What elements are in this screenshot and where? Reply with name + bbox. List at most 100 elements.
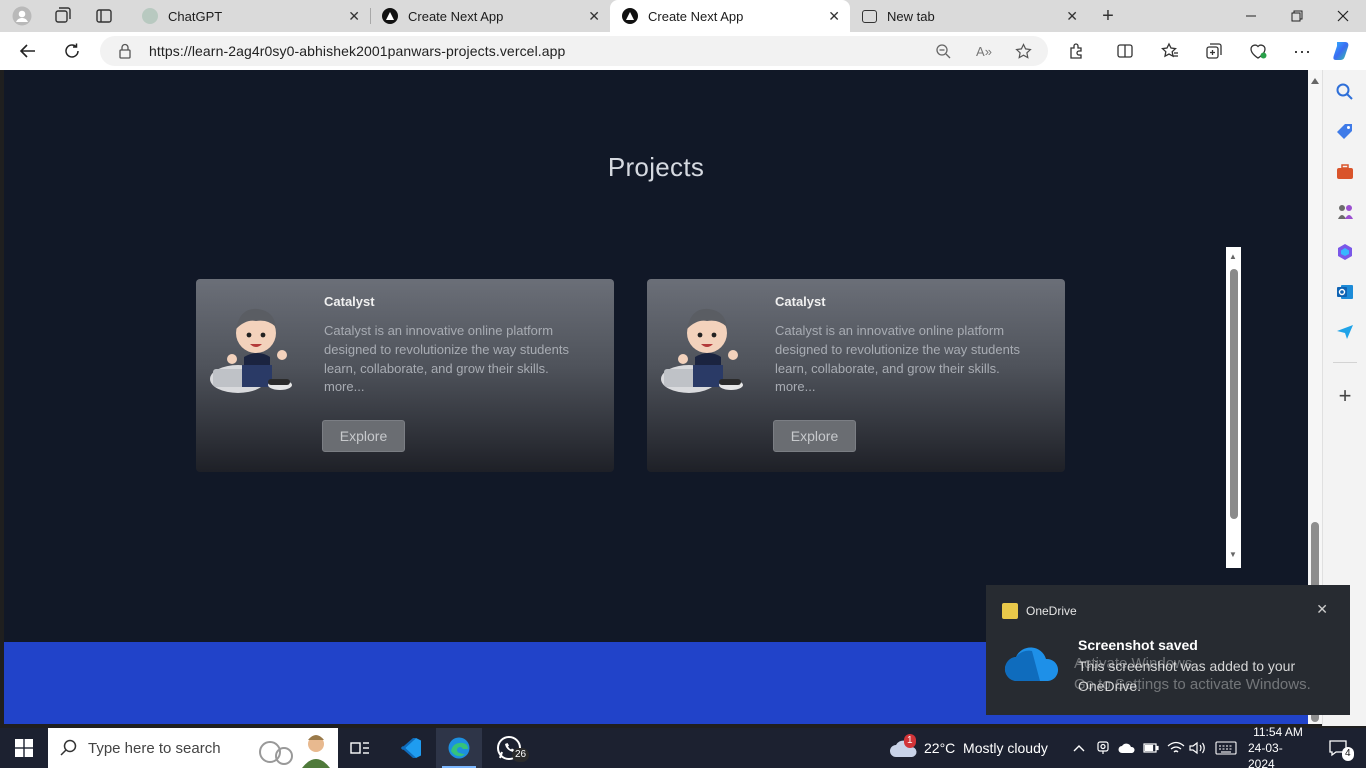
close-icon[interactable]: ✕ (588, 8, 600, 24)
collections-icon[interactable] (1202, 39, 1226, 63)
vscode-icon[interactable] (388, 728, 434, 768)
drop-send-icon[interactable] (1335, 322, 1355, 342)
zoom-out-icon[interactable] (934, 42, 952, 60)
show-hidden-icons-icon[interactable] (1070, 728, 1088, 768)
scroll-up-arrow-icon[interactable]: ▲ (1229, 253, 1237, 261)
add-sidebar-app-icon[interactable]: + (1335, 385, 1355, 407)
tab-create-next-app[interactable]: Create Next App ✕ (370, 0, 610, 32)
url-text[interactable]: https://learn-2ag4r0sy0-abhishek2001panw… (149, 43, 565, 59)
favorite-star-icon[interactable] (1014, 42, 1032, 60)
sidebar-divider (1333, 362, 1357, 363)
volume-icon[interactable] (1188, 728, 1208, 768)
avatar (661, 308, 743, 393)
avatar (210, 308, 292, 393)
clock-time: 11:54 AM (1253, 725, 1303, 739)
project-title: Catalyst (775, 294, 826, 309)
keyboard-icon[interactable] (1212, 728, 1240, 768)
activate-windows-watermark: Activate Windows Go to Settings to activ… (1074, 655, 1311, 693)
search-icon[interactable] (1335, 82, 1355, 102)
onedrive-cloud-icon (1004, 647, 1059, 682)
start-button[interactable] (0, 728, 48, 768)
more-link[interactable]: more... (775, 379, 815, 394)
battery-icon[interactable] (1142, 728, 1160, 768)
shopping-tag-icon[interactable] (1335, 122, 1355, 142)
browser-essentials-icon[interactable] (1246, 39, 1270, 63)
wifi-icon[interactable] (1166, 728, 1186, 768)
weather-text: 22°C Mostly cloudy (924, 740, 1048, 756)
notification-app-name: OneDrive (1026, 604, 1077, 618)
close-icon[interactable]: ✕ (828, 8, 840, 24)
edge-icon[interactable] (436, 728, 482, 768)
taskbar-search-box[interactable]: Type here to search (48, 728, 338, 768)
scroll-down-arrow-icon[interactable]: ▼ (1229, 551, 1237, 559)
newtab-icon (862, 9, 877, 23)
onedrive-notification[interactable]: OneDrive ✕ Screenshot saved This screens… (986, 585, 1350, 715)
page-title: Projects (607, 152, 705, 182)
close-icon[interactable]: ✕ (1316, 601, 1328, 618)
profile-icon[interactable] (12, 6, 32, 26)
minimize-button[interactable] (1228, 0, 1274, 32)
tab-chatgpt[interactable]: ChatGPT ✕ (130, 0, 370, 32)
scroll-up-arrow-icon[interactable] (1311, 78, 1319, 84)
weather-alert-badge: 1 (904, 734, 916, 748)
workspaces-icon[interactable] (52, 6, 72, 26)
tab-create-next-app-active[interactable]: Create Next App ✕ (610, 0, 850, 32)
tab-title: New tab (887, 8, 935, 24)
explore-button[interactable]: Explore (773, 420, 856, 452)
close-icon[interactable]: ✕ (1066, 8, 1078, 24)
close-icon[interactable]: ✕ (348, 8, 360, 24)
notification-title: Screenshot saved (1078, 637, 1198, 653)
task-view-icon[interactable] (344, 728, 376, 768)
onedrive-tray-icon[interactable] (1116, 728, 1138, 768)
tools-briefcase-icon[interactable] (1335, 162, 1355, 182)
read-aloud-icon[interactable]: A» (975, 42, 993, 60)
more-menu-icon[interactable]: ··· (1290, 39, 1314, 63)
games-icon[interactable] (1335, 202, 1355, 222)
address-bar-row: https://learn-2ag4r0sy0-abhishek2001panw… (0, 32, 1366, 70)
tab-title: Create Next App (648, 8, 744, 24)
projects-scrollbar[interactable]: ▲ ▼ (1226, 247, 1241, 568)
extensions-icon[interactable] (1065, 39, 1089, 63)
project-card: Catalyst Catalyst is an innovative onlin… (196, 279, 614, 472)
address-bar[interactable]: https://learn-2ag4r0sy0-abhishek2001panw… (100, 36, 1048, 66)
search-placeholder: Type here to search (88, 739, 221, 757)
search-highlight-icon (259, 735, 330, 768)
project-card: Catalyst Catalyst is an innovative onlin… (647, 279, 1065, 472)
outlook-icon[interactable] (1335, 282, 1355, 302)
project-title: Catalyst (324, 294, 375, 309)
tab-new-tab[interactable]: New tab ✕ (850, 0, 1088, 32)
notifications-count-badge: 4 (1342, 747, 1354, 761)
back-button[interactable] (16, 39, 40, 63)
tab-title: Create Next App (408, 8, 504, 24)
close-window-button[interactable] (1320, 0, 1366, 32)
onedrive-app-icon (1002, 603, 1018, 619)
lock-icon[interactable] (118, 43, 132, 64)
tab-actions-icon[interactable] (94, 6, 114, 26)
clock-date: 24-03-2024 (1248, 741, 1283, 768)
triangle-icon (622, 8, 638, 24)
search-icon (60, 739, 77, 756)
weather-widget[interactable]: 1 22°C Mostly cloudy (890, 728, 1048, 768)
clock[interactable]: 11:54 AM 24-03-2024 (1248, 725, 1308, 768)
notifications-icon[interactable]: 4 (1320, 728, 1356, 768)
scrollbar-thumb[interactable] (1230, 269, 1238, 519)
favorites-icon[interactable] (1158, 39, 1182, 63)
taskbar: Type here to search 26 1 22°C Mostly clo… (0, 725, 1366, 768)
refresh-button[interactable] (60, 39, 84, 63)
split-screen-icon[interactable] (1113, 39, 1137, 63)
whatsapp-icon[interactable]: 26 (486, 728, 532, 768)
tab-strip: ChatGPT ✕ Create Next App ✕ Create Next … (0, 0, 1366, 32)
whatsapp-unread-badge: 26 (512, 748, 530, 762)
project-description: Catalyst is an innovative online platfor… (775, 323, 1020, 376)
triangle-icon (382, 8, 398, 24)
explore-button[interactable]: Explore (322, 420, 405, 452)
tab-title: ChatGPT (168, 8, 223, 24)
new-tab-plus-icon[interactable]: + (1098, 5, 1118, 27)
project-description: Catalyst is an innovative online platfor… (324, 323, 569, 376)
microsoft365-icon[interactable] (1335, 242, 1355, 262)
copilot-icon[interactable] (1330, 39, 1354, 63)
chatgpt-icon (142, 8, 158, 24)
more-link[interactable]: more... (324, 379, 364, 394)
restore-button[interactable] (1274, 0, 1320, 32)
camera-icon[interactable] (1094, 728, 1112, 768)
